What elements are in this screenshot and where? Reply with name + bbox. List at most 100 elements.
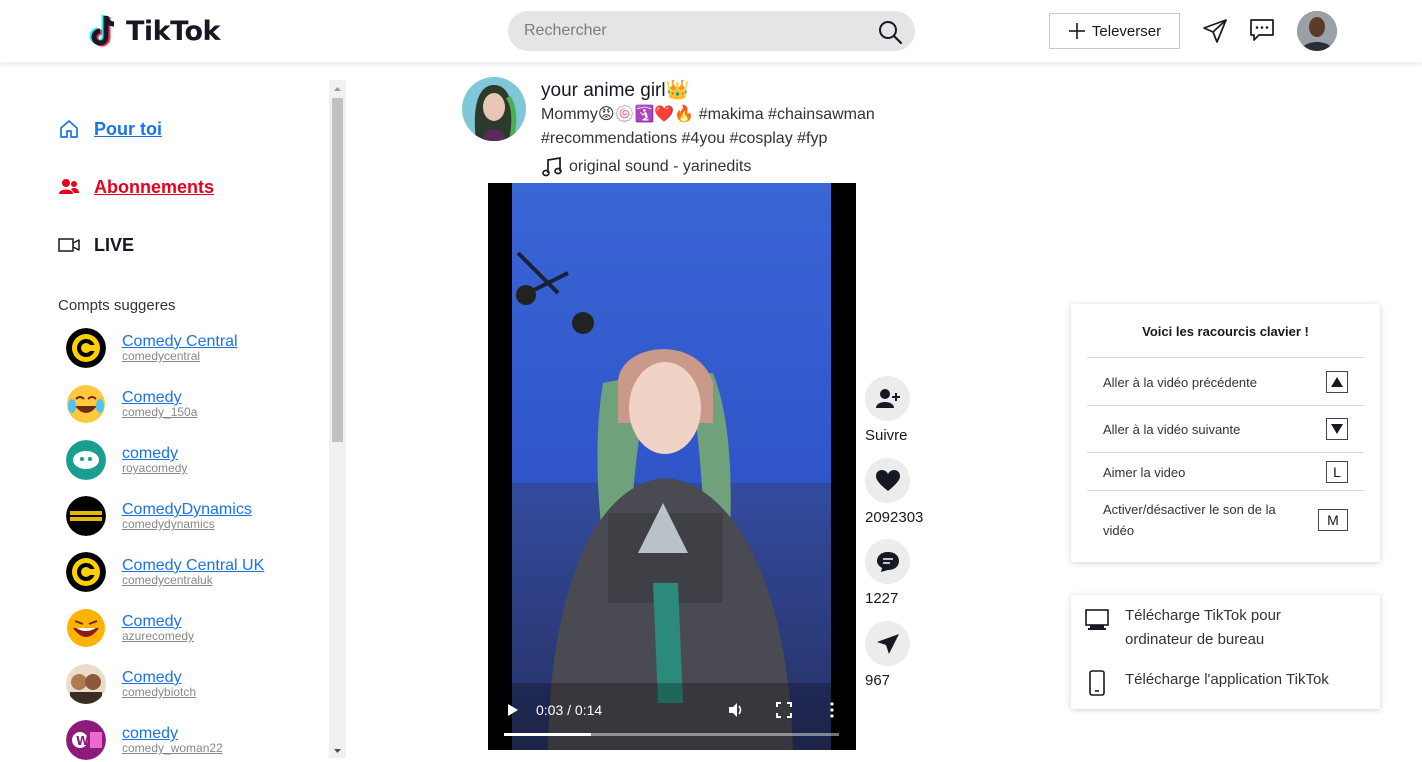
account-name: comedy bbox=[122, 445, 179, 462]
account-username: comedycentraluk bbox=[122, 573, 213, 587]
account-name: Comedy Central bbox=[122, 333, 238, 350]
music-note-icon bbox=[542, 156, 562, 177]
suggested-account[interactable]: Comedy Central UK comedycentraluk bbox=[66, 550, 264, 594]
tiktok-logo-icon bbox=[89, 15, 115, 47]
shortcut-row: Aller à la vidéo suivante bbox=[1087, 405, 1364, 452]
suggested-account[interactable]: Comedy comedybiotch bbox=[66, 662, 196, 706]
suggested-account[interactable]: ComedyDynamics comedydynamics bbox=[66, 494, 252, 538]
shortcut-key: M bbox=[1318, 509, 1348, 531]
comment-action[interactable]: 1227 bbox=[865, 539, 910, 607]
shortcut-label: Aller à la vidéo précédente bbox=[1103, 375, 1257, 390]
more-options-icon[interactable] bbox=[829, 702, 835, 718]
shortcut-key bbox=[1326, 371, 1348, 393]
download-app-label: Télécharge l'application TikTok bbox=[1125, 671, 1329, 688]
suggested-accounts-title: Compts suggeres bbox=[58, 297, 176, 314]
nav-subscriptions[interactable]: Abonnements bbox=[58, 176, 214, 198]
account-avatar bbox=[66, 384, 106, 424]
nav-for-you-label: Pour toi bbox=[94, 118, 162, 139]
nav-live[interactable]: LIVE bbox=[58, 234, 134, 256]
search-icon[interactable] bbox=[877, 19, 903, 45]
post-description: Mommy😡🍥🛐❤️🔥 #makima #chainsawman #recomm… bbox=[541, 106, 875, 147]
account-name: Comedy bbox=[122, 613, 182, 630]
user-avatar-image bbox=[1297, 11, 1337, 51]
suggested-account[interactable]: W comedy comedy_woman22 bbox=[66, 718, 223, 762]
send-icon bbox=[876, 633, 899, 654]
post-author-name[interactable]: your anime girl👑 bbox=[541, 78, 689, 102]
sidebar: Pour toi Abonnements LIVE Compts suggere… bbox=[0, 80, 330, 760]
account-username: azurecomedy bbox=[122, 629, 195, 643]
search-bar bbox=[508, 11, 915, 51]
comment-button[interactable] bbox=[865, 539, 910, 584]
share-count: 967 bbox=[865, 672, 891, 689]
video-frame bbox=[488, 183, 856, 750]
post-author-avatar[interactable] bbox=[462, 77, 526, 141]
users-icon bbox=[59, 179, 79, 194]
shortcut-row: Aimer la video L bbox=[1087, 452, 1364, 490]
account-avatar bbox=[66, 328, 106, 368]
search-input[interactable] bbox=[524, 11, 864, 51]
svg-text:W: W bbox=[76, 734, 89, 748]
account-name: Comedy bbox=[122, 389, 182, 406]
sidebar-scrollbar[interactable] bbox=[329, 80, 346, 758]
account-username: comedy_150a bbox=[122, 405, 198, 419]
shortcut-label: Aimer la video bbox=[1103, 465, 1186, 480]
scroll-up-icon[interactable] bbox=[329, 82, 346, 96]
account-name: ComedyDynamics bbox=[122, 501, 252, 518]
message-icon[interactable] bbox=[1249, 17, 1275, 43]
send-icon[interactable] bbox=[1202, 18, 1228, 44]
account-name: Comedy bbox=[122, 669, 182, 686]
scroll-down-icon[interactable] bbox=[329, 744, 346, 758]
follow-button[interactable] bbox=[865, 376, 910, 421]
heart-icon bbox=[875, 469, 900, 491]
account-username: comedycentral bbox=[122, 349, 201, 363]
user-avatar[interactable] bbox=[1297, 11, 1337, 51]
account-name: comedy bbox=[122, 725, 179, 742]
account-avatar bbox=[66, 496, 106, 536]
nav-subscriptions-label: Abonnements bbox=[94, 176, 215, 197]
logo-text: TikTok bbox=[126, 15, 220, 47]
account-avatar bbox=[66, 552, 106, 592]
scrollbar-thumb[interactable] bbox=[332, 98, 343, 442]
account-avatar bbox=[66, 608, 106, 648]
video-player[interactable]: 0:03 / 0:14 bbox=[488, 183, 856, 750]
like-count: 2092303 bbox=[865, 509, 924, 526]
upload-label: Televerser bbox=[1091, 22, 1162, 40]
suggested-account[interactable]: Comedy comedy_150a bbox=[66, 382, 197, 426]
plus-icon bbox=[1068, 23, 1085, 39]
account-name: Comedy Central UK bbox=[122, 557, 265, 574]
download-desktop-label: Télécharge TikTok pour ordinateur de bur… bbox=[1125, 607, 1281, 648]
add-user-icon bbox=[875, 388, 900, 408]
post-sound[interactable]: original sound - yarinedits bbox=[541, 156, 751, 178]
shortcut-label: Activer/désactiver le son de la vidéo bbox=[1103, 502, 1276, 538]
share-button[interactable] bbox=[865, 621, 910, 666]
upload-button[interactable]: Televerser bbox=[1049, 13, 1180, 49]
like-button[interactable] bbox=[865, 458, 910, 503]
account-avatar bbox=[66, 664, 106, 704]
suggested-account[interactable]: Comedy Central comedycentral bbox=[66, 326, 238, 370]
share-action[interactable]: 967 bbox=[865, 621, 910, 689]
tiktok-logo[interactable]: TikTok bbox=[86, 12, 220, 50]
comment-count: 1227 bbox=[865, 590, 899, 607]
arrow-up-icon bbox=[1331, 377, 1343, 387]
volume-icon[interactable] bbox=[727, 701, 745, 719]
video-controls: 0:03 / 0:14 bbox=[488, 690, 856, 750]
account-username: royacomedy bbox=[122, 461, 188, 475]
account-username: comedybiotch bbox=[122, 685, 197, 699]
home-icon bbox=[60, 120, 78, 138]
account-avatar bbox=[66, 440, 106, 480]
fullscreen-icon[interactable] bbox=[776, 702, 792, 718]
download-app-link[interactable]: Télécharge l'application TikTok bbox=[1085, 668, 1329, 696]
video-progress-bar[interactable] bbox=[504, 733, 839, 736]
like-action[interactable]: 2092303 bbox=[865, 458, 923, 526]
arrow-down-icon bbox=[1331, 424, 1343, 434]
comment-icon bbox=[876, 551, 899, 572]
nav-for-you[interactable]: Pour toi bbox=[58, 118, 162, 140]
shortcut-key: L bbox=[1326, 461, 1348, 483]
suggested-account[interactable]: comedy royacomedy bbox=[66, 438, 187, 482]
shortcut-row: Aller à la vidéo précédente bbox=[1087, 357, 1364, 405]
follow-action[interactable]: Suivre bbox=[865, 376, 910, 444]
play-icon[interactable] bbox=[506, 703, 520, 717]
suggested-account[interactable]: Comedy azurecomedy bbox=[66, 606, 194, 650]
top-header: TikTok Televerser bbox=[0, 0, 1422, 62]
download-desktop-link[interactable]: Télécharge TikTok pour ordinateur de bur… bbox=[1085, 604, 1325, 652]
